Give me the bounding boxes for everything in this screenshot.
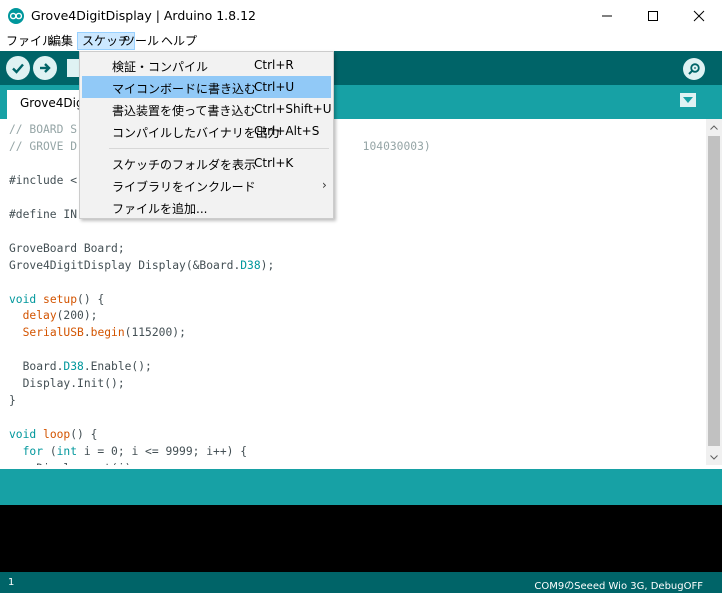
code-token: i = 0; i <= 9999; i++) {	[77, 445, 248, 459]
code-line: Board.D38.Enable();	[9, 358, 152, 375]
status-area	[0, 469, 722, 505]
menu-item-verify[interactable]: 検証・コンパイル Ctrl+R	[82, 54, 331, 76]
code-token: GroveBoard Board;	[9, 241, 125, 255]
scrollbar-thumb[interactable]	[708, 136, 720, 446]
code-line: SerialUSB.begin(115200);	[9, 324, 186, 341]
arduino-logo-icon	[8, 8, 24, 24]
status-footer: 1 COM9のSeeed Wio 3G, DebugOFF	[0, 572, 722, 593]
menu-bar: ファイル 編集 スケッチ ツール ヘルプ	[0, 31, 722, 51]
submenu-arrow-icon: ›	[322, 178, 327, 192]
code-token: setup	[43, 292, 78, 306]
menu-item-include-library[interactable]: ライブラリをインクルード ›	[82, 174, 331, 196]
code-token: () {	[70, 428, 98, 442]
menu-help[interactable]: ヘルプ	[157, 32, 201, 50]
vertical-scrollbar[interactable]	[706, 119, 722, 465]
code-token: begin	[90, 326, 125, 340]
board-info: COM9のSeeed Wio 3G, DebugOFF	[534, 581, 703, 592]
code-token: for	[22, 445, 44, 459]
code-line: GroveBoard Board;	[9, 240, 125, 257]
tab-menu-button[interactable]	[680, 93, 696, 107]
checkmark-icon	[12, 63, 24, 74]
code-token: (115200);	[124, 326, 186, 340]
menu-item-export-binary[interactable]: コンパイルしたバイナリを出力 Ctrl+Alt+S	[82, 120, 331, 142]
scroll-down-arrow-icon[interactable]	[706, 449, 722, 465]
menu-item-upload[interactable]: マイコンボードに書き込む Ctrl+U	[82, 76, 331, 98]
code-line: for (int i = 0; i <= 9999; i++) {	[9, 443, 247, 460]
code-token: void	[9, 428, 37, 442]
close-button[interactable]	[676, 0, 722, 31]
code-token: // BOARD S	[9, 123, 78, 136]
code-line: void loop() {	[9, 426, 97, 443]
code-line: Display.Init();	[9, 375, 125, 392]
verify-button[interactable]	[6, 56, 30, 80]
code-token: loop	[43, 428, 71, 442]
scroll-up-arrow-icon[interactable]	[706, 119, 722, 135]
close-icon	[693, 10, 705, 21]
minimize-icon	[602, 15, 612, 16]
arrow-right-icon	[40, 63, 51, 73]
title-bar: Grove4DigitDisplay | Arduino 1.8.12	[0, 0, 722, 31]
code-line: void setup() {	[9, 291, 104, 308]
code-line: #define IN	[9, 206, 77, 223]
menu-item-show-folder[interactable]: スケッチのフォルダを表示 Ctrl+K	[82, 152, 331, 174]
magnifier-icon	[688, 63, 700, 75]
code-token: Display.Init();	[9, 377, 125, 391]
code-token: // GROVE D	[9, 139, 78, 153]
code-token: }	[9, 394, 16, 408]
maximize-button[interactable]	[630, 0, 676, 31]
code-token: D38	[63, 360, 84, 374]
code-line: }	[9, 392, 16, 409]
code-token: .Enable();	[83, 360, 152, 374]
sketch-menu-dropdown: 検証・コンパイル Ctrl+R マイコンボードに書き込む Ctrl+U 書込装置…	[79, 51, 334, 219]
code-token: SerialUSB	[22, 326, 84, 340]
code-line: #include <	[9, 172, 77, 189]
window-title: Grove4DigitDisplay | Arduino 1.8.12	[31, 8, 256, 23]
menu-separator	[109, 148, 329, 149]
code-token: (200);	[56, 309, 98, 323]
chevron-down-icon	[683, 97, 693, 103]
code-token: (	[43, 445, 57, 459]
console-output[interactable]	[0, 505, 722, 572]
code-token: void	[9, 292, 37, 306]
line-number: 1	[8, 577, 15, 588]
serial-monitor-button[interactable]	[683, 58, 705, 80]
code-token: );	[260, 258, 275, 272]
code-token: Grove4DigitDisplay Display(&Board.	[9, 258, 241, 272]
new-sketch-icon[interactable]	[67, 59, 79, 77]
code-token: .	[83, 326, 91, 340]
code-token: () {	[77, 292, 105, 306]
code-token: int	[56, 445, 78, 459]
code-token: D38	[240, 258, 261, 272]
menu-item-upload-programmer[interactable]: 書込装置を使って書き込む Ctrl+Shift+U	[82, 98, 332, 120]
code-token: #include <	[9, 173, 78, 187]
code-token: delay	[22, 309, 57, 323]
maximize-icon	[648, 10, 658, 21]
code-token: Board.	[9, 360, 64, 374]
upload-button[interactable]	[33, 56, 57, 80]
menu-edit[interactable]: 編集	[45, 32, 77, 50]
code-token: #define IN	[9, 207, 78, 221]
minimize-button[interactable]	[584, 0, 630, 31]
code-line: Grove4DigitDisplay Display(&Board.D38);	[9, 257, 274, 274]
code-line: // BOARD S	[9, 121, 77, 138]
code-line: delay(200);	[9, 307, 98, 324]
menu-item-add-file[interactable]: ファイルを追加...	[82, 196, 331, 218]
